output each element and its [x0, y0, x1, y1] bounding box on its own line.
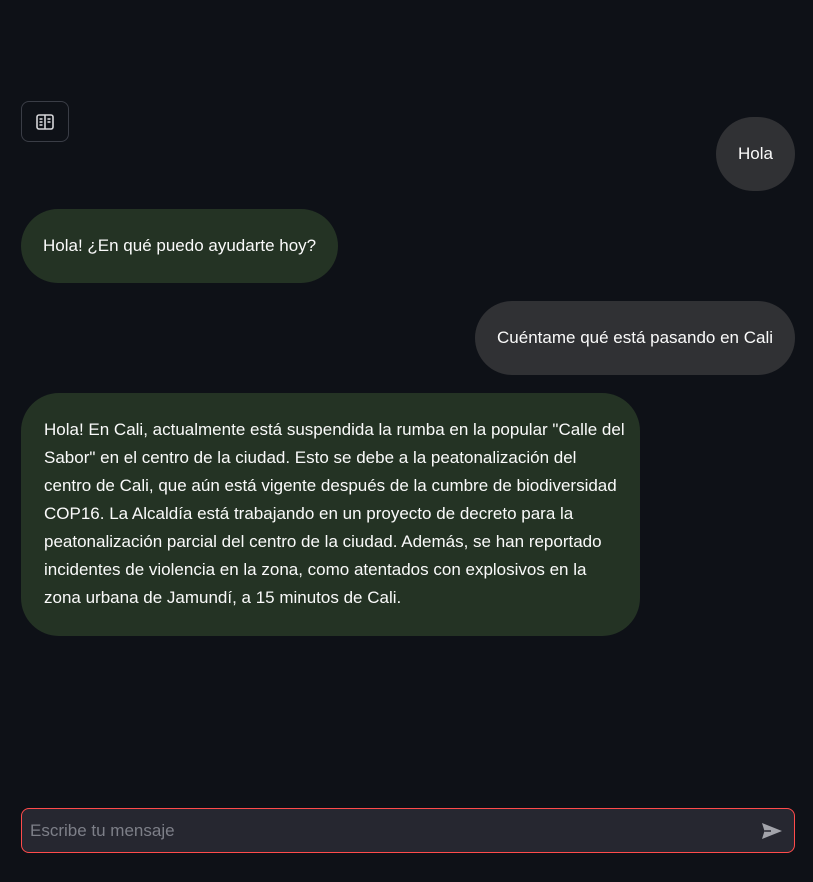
- chat-input[interactable]: [22, 809, 750, 852]
- message-text: Hola! ¿En qué puedo ayudarte hoy?: [43, 236, 317, 255]
- message-text: Cuéntame qué está pasando en Cali: [497, 328, 773, 347]
- message-text: Hola: [738, 144, 773, 163]
- chat-input-container: [21, 808, 795, 853]
- send-icon: [761, 822, 783, 840]
- user-message: Cuéntame qué está pasando en Cali: [475, 301, 795, 375]
- assistant-message: Hola! ¿En qué puedo ayudarte hoy?: [21, 209, 339, 283]
- chat-app: Hola Hola! ¿En qué puedo ayudarte hoy? C…: [0, 0, 813, 882]
- book-open-icon: [35, 112, 55, 132]
- message-text: Hola! En Cali, actualmente está suspendi…: [44, 420, 625, 607]
- assistant-message: Hola! En Cali, actualmente está suspendi…: [21, 393, 640, 636]
- send-button[interactable]: [750, 809, 794, 852]
- sidebar-toggle-button[interactable]: [21, 101, 69, 142]
- user-message: Hola: [716, 117, 795, 191]
